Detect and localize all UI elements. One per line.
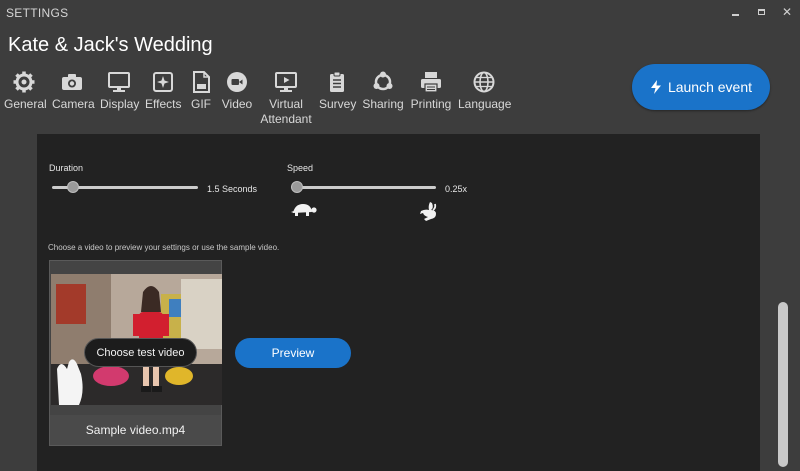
scrollbar-thumb[interactable] (778, 302, 788, 467)
speed-label: Speed (287, 163, 314, 173)
launch-event-button[interactable]: Launch event (632, 64, 770, 110)
tab-video[interactable]: Video (221, 68, 253, 112)
maximize-button[interactable] (754, 4, 770, 20)
tab-general-label: General (4, 97, 47, 111)
speed-slider[interactable] (291, 186, 436, 189)
gif-file-icon (189, 70, 213, 94)
tab-virtual-attendant[interactable]: Virtual Attendant (259, 68, 313, 127)
printer-icon (419, 70, 443, 94)
tab-camera-label: Camera (52, 97, 95, 111)
duration-value: 1.5 Seconds (207, 184, 258, 194)
video-camera-icon (225, 70, 249, 94)
turtle-icon (291, 204, 317, 216)
choose-test-video-button[interactable]: Choose test video (84, 338, 197, 367)
monitor-icon (107, 70, 131, 94)
tab-sharing-label: Sharing (362, 97, 404, 111)
minimize-button[interactable] (728, 4, 744, 20)
event-title: Kate & Jack's Wedding (8, 34, 213, 56)
effects-icon (151, 70, 175, 94)
lightning-icon (650, 80, 661, 94)
tab-effects-label: Effects (145, 97, 182, 111)
tab-survey[interactable]: Survey (319, 68, 357, 112)
globe-icon (472, 70, 496, 94)
tab-sharing[interactable]: Sharing (362, 68, 404, 112)
preview-button[interactable]: Preview (235, 338, 351, 368)
tab-display[interactable]: Display (100, 68, 140, 112)
tab-display-label: Display (100, 97, 140, 111)
speed-slider-thumb[interactable] (291, 181, 303, 193)
tab-effects[interactable]: Effects (145, 68, 181, 112)
minimize-icon (732, 14, 739, 16)
settings-window: SETTINGS ✕ Kate & Jack's Wedding General… (0, 0, 800, 471)
gear-icon (12, 70, 36, 94)
sharing-icon (371, 70, 395, 94)
title-bar: SETTINGS ✕ (0, 0, 800, 26)
rabbit-icon (420, 202, 437, 221)
tab-language[interactable]: Language (458, 68, 512, 112)
video-filename: Sample video.mp4 (50, 415, 221, 445)
maximize-icon (758, 9, 765, 15)
launch-event-label: Launch event (667, 79, 753, 95)
duration-slider-thumb[interactable] (66, 181, 79, 193)
tab-survey-label: Survey (319, 97, 357, 111)
window-title: SETTINGS (6, 6, 69, 20)
close-icon: ✕ (781, 5, 793, 19)
tab-virtual-attendant-label: Virtual (269, 97, 303, 111)
tab-camera[interactable]: Camera (52, 68, 95, 112)
speed-value: 0.25x (445, 184, 468, 194)
tab-language-label: Language (458, 97, 512, 111)
camera-icon (60, 70, 84, 94)
preview-hint: Choose a video to preview your settings … (48, 243, 280, 252)
tab-printing[interactable]: Printing (410, 68, 452, 112)
close-button[interactable]: ✕ (779, 4, 795, 20)
tab-virtual-attendant-label-2: Attendant (260, 112, 312, 126)
tab-gif[interactable]: GIF (189, 68, 213, 112)
tab-general[interactable]: General (4, 68, 47, 112)
tab-gif-label: GIF (191, 97, 211, 111)
virtual-attendant-icon (274, 70, 298, 94)
tab-printing-label: Printing (410, 97, 452, 111)
duration-label: Duration (49, 163, 84, 173)
tab-video-label: Video (221, 97, 253, 111)
clipboard-icon (325, 70, 349, 94)
left-gutter (0, 134, 37, 471)
